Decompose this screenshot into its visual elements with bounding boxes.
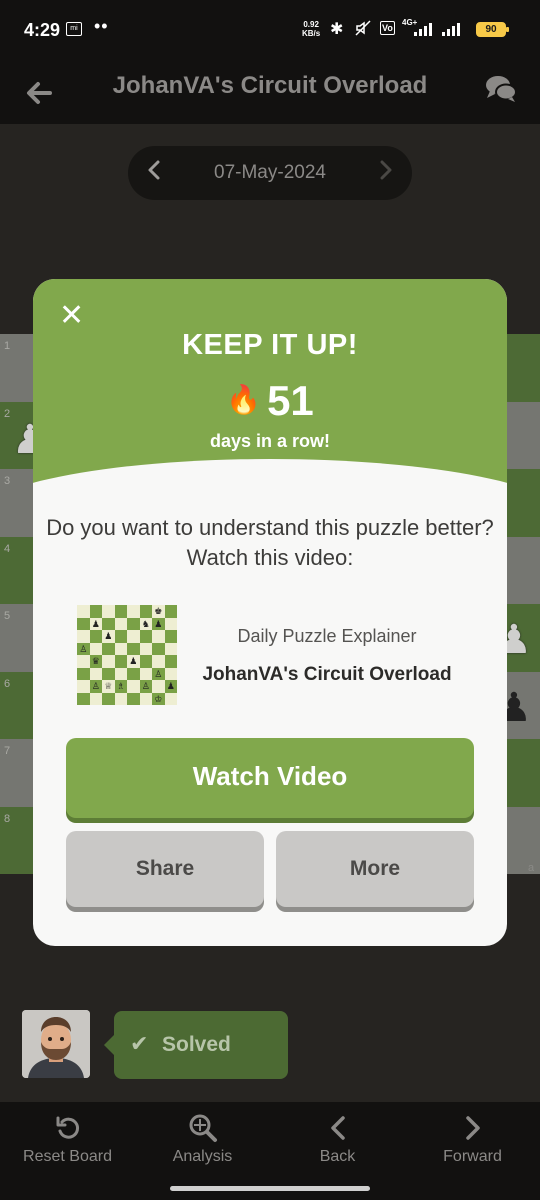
date-navigator: 07-May-2024 xyxy=(128,146,412,200)
status-bar: 4:29 mi •• 0.92 KB/s ✱ Vo 4G+ 90 xyxy=(0,0,540,64)
signal-strength-1-icon xyxy=(414,22,432,36)
forward-label: Forward xyxy=(443,1148,502,1165)
video-title[interactable]: JohanVA's Circuit Overload xyxy=(197,664,457,686)
video-thumbnail[interactable]: ♚ ♟ ♞ ♟ ♟ ♙ ♛ ♟ ♙ ♙ ♕ ♗ ♙ ♟ ♔ xyxy=(77,605,177,705)
streak-count: 51 xyxy=(267,377,314,424)
rank-label: 4 xyxy=(4,542,11,555)
video-subtitle: Daily Puzzle Explainer xyxy=(237,626,417,646)
close-icon[interactable]: ✕ xyxy=(59,299,84,333)
page-title: JohanVA's Circuit Overload xyxy=(112,72,428,99)
puzzle-date: 07-May-2024 xyxy=(214,162,326,183)
rank-label: 1 xyxy=(4,340,11,352)
reset-board-label: Reset Board xyxy=(23,1148,112,1165)
analysis-label: Analysis xyxy=(172,1148,233,1165)
streak-count-row: 🔥 51 xyxy=(33,377,507,425)
back-button[interactable]: Back xyxy=(270,1102,405,1182)
battery-icon: 90 xyxy=(476,22,509,37)
next-date-icon[interactable] xyxy=(378,158,394,189)
streak-caption: days in a row! xyxy=(209,431,331,451)
file-label: a xyxy=(528,862,535,874)
reset-board-button[interactable]: Reset Board xyxy=(0,1102,135,1182)
network-speed-unit: KB/s xyxy=(302,29,321,38)
solved-badge: ✔ Solved xyxy=(104,1011,288,1079)
watch-video-button[interactable]: Watch Video xyxy=(66,738,474,818)
home-indicator[interactable] xyxy=(170,1186,370,1191)
chat-icon[interactable] xyxy=(484,74,518,104)
network-speed-value: 0.92 xyxy=(303,20,319,29)
rank-label: 3 xyxy=(4,475,11,487)
more-button[interactable]: More xyxy=(276,831,474,907)
share-button[interactable]: Share xyxy=(66,831,264,907)
rank-label: 8 xyxy=(4,812,11,825)
signal-strength-2-icon xyxy=(442,22,460,36)
mi-icon: mi xyxy=(66,22,82,36)
rank-label: 6 xyxy=(4,677,11,690)
rank-label: 5 xyxy=(4,610,11,622)
chevron-right-icon xyxy=(405,1110,540,1144)
network-speed: 0.92 KB/s xyxy=(302,20,320,38)
modal-title: KEEP IT UP! xyxy=(182,329,358,361)
solved-label: Solved xyxy=(162,1033,231,1056)
status-time: 4:29 xyxy=(24,20,61,40)
back-label: Back xyxy=(319,1148,356,1165)
rank-label: 2 xyxy=(4,407,11,420)
avatar[interactable] xyxy=(22,1010,90,1078)
analysis-button[interactable]: Analysis xyxy=(135,1102,270,1182)
notification-dots-icon: •• xyxy=(94,16,109,36)
analysis-icon xyxy=(135,1110,270,1144)
streak-modal: ✕ KEEP IT UP! 🔥 51 days in a row! Do you … xyxy=(33,279,507,946)
video-prompt: Do you want to understand this puzzle be… xyxy=(46,515,494,570)
reset-icon xyxy=(0,1110,135,1144)
bluetooth-icon: ✱ xyxy=(330,21,344,38)
check-icon: ✔ xyxy=(130,1031,149,1056)
flame-icon: 🔥 xyxy=(226,384,262,415)
rank-label: 7 xyxy=(4,745,11,757)
app-header: JohanVA's Circuit Overload xyxy=(0,64,540,124)
forward-button[interactable]: Forward xyxy=(405,1102,540,1182)
volte-icon: Vo xyxy=(380,21,395,35)
chevron-left-icon xyxy=(270,1110,405,1144)
mute-icon xyxy=(354,19,372,42)
